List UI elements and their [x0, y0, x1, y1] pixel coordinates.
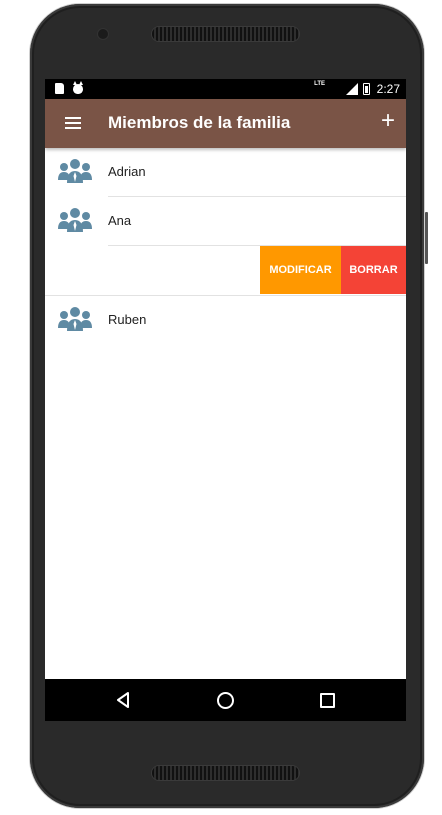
battery-icon [362, 83, 370, 95]
list-item[interactable]: Adrian [45, 148, 406, 197]
recents-icon[interactable] [320, 693, 335, 708]
list-item[interactable]: Ana [45, 197, 406, 246]
clock: 2:27 [376, 82, 400, 96]
member-name: Adrian [108, 164, 146, 179]
top-speaker [152, 27, 299, 41]
menu-icon[interactable] [65, 117, 81, 129]
app-bar: Miembros de la familia + [45, 99, 406, 148]
power-button[interactable] [425, 212, 428, 264]
page-title: Miembros de la familia [108, 113, 291, 132]
status-bar: LTE 2:27 [45, 79, 406, 99]
signal-icon [345, 83, 358, 95]
front-camera [98, 29, 108, 39]
back-icon[interactable] [116, 692, 130, 708]
group-icon [58, 208, 92, 232]
group-icon [58, 307, 92, 331]
members-list: Adrian Ana MODIFICAR BORRAR Ruben [45, 148, 406, 345]
sd-card-icon [55, 83, 64, 94]
modify-button[interactable]: MODIFICAR [260, 246, 341, 294]
screen: LTE 2:27 Miembros de la familia + Adrian… [45, 79, 406, 721]
navigation-bar [45, 679, 406, 721]
add-icon[interactable]: + [381, 109, 395, 133]
network-type: LTE [314, 81, 325, 87]
home-icon[interactable] [217, 692, 234, 709]
member-name: Ana [108, 213, 132, 228]
member-name: Ruben [108, 312, 147, 327]
android-icon [73, 81, 83, 94]
group-icon [58, 159, 92, 183]
swipe-actions: MODIFICAR BORRAR [45, 246, 406, 296]
list-item[interactable]: Ruben [45, 296, 406, 345]
bottom-speaker [152, 766, 299, 780]
delete-button[interactable]: BORRAR [341, 246, 406, 294]
